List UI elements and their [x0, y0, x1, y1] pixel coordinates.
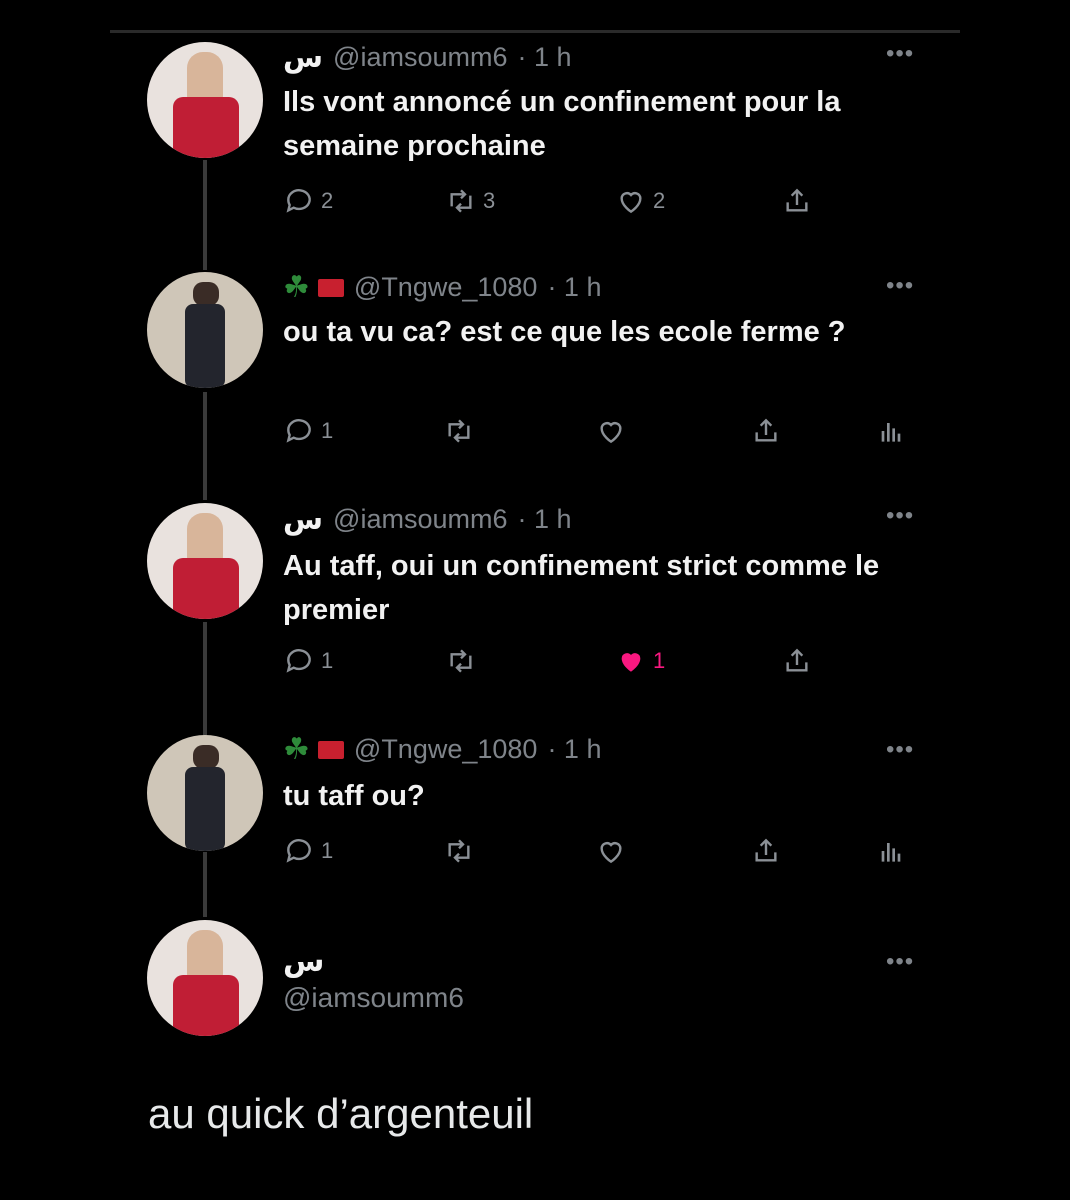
reply-count: 1 — [321, 418, 334, 443]
reply-count: 2 — [321, 188, 334, 213]
display-name[interactable]: س — [283, 502, 323, 537]
tweet-header: ☘ @Tngwe_1080 · 1 h — [283, 732, 601, 767]
share-button[interactable] — [781, 185, 813, 217]
analytics-button[interactable] — [875, 415, 907, 447]
share-button[interactable] — [781, 645, 813, 677]
plant-emoji-icon: ☘ — [283, 271, 310, 304]
display-name[interactable]: س — [283, 40, 323, 75]
handle[interactable]: @iamsoumm6 — [333, 42, 507, 73]
like-button[interactable] — [595, 835, 627, 867]
more-options-icon[interactable]: ••• — [886, 948, 914, 976]
handle[interactable]: @iamsoumm6 — [283, 982, 464, 1014]
retweet-icon — [450, 649, 472, 673]
reply-button[interactable]: 1 — [283, 415, 333, 447]
avatar[interactable] — [147, 42, 263, 158]
reply-count: 1 — [321, 648, 334, 673]
heart-icon — [620, 192, 642, 214]
like-count: 1 — [653, 648, 666, 673]
thread-connector — [203, 392, 207, 500]
heart-icon — [600, 842, 622, 864]
tweet-actions: 1 — [283, 415, 923, 459]
reply-caption: au quick d’argenteuil — [148, 1090, 534, 1137]
timestamp[interactable]: · 1 h — [517, 504, 571, 535]
more-options-icon[interactable]: ••• — [886, 502, 914, 530]
more-options-icon[interactable]: ••• — [886, 736, 914, 764]
thread-connector — [203, 852, 207, 917]
more-options-icon[interactable]: ••• — [886, 40, 914, 68]
heart-icon — [600, 422, 622, 444]
analytics-icon — [881, 423, 901, 442]
reply-icon — [286, 189, 311, 213]
tweet-actions: 2 3 2 — [283, 185, 923, 229]
retweet-button[interactable] — [445, 645, 477, 677]
avatar[interactable] — [147, 920, 263, 1036]
retweet-icon — [448, 839, 470, 863]
plant-emoji-icon: ☘ — [283, 733, 310, 766]
retweet-icon — [448, 419, 470, 443]
like-count: 2 — [653, 188, 666, 213]
like-button[interactable] — [595, 415, 627, 447]
tweet-text: Ils vont annoncé un confinement pour la … — [283, 86, 841, 162]
display-name-emojis[interactable]: ☘ — [283, 732, 344, 767]
tweet-header: س @iamsoumm6 · 1 h — [283, 502, 572, 537]
display-name[interactable]: س — [283, 944, 324, 979]
tweet-text: ou ta vu ca? est ce que les ecole ferme … — [283, 316, 846, 348]
top-divider — [110, 30, 960, 33]
handle[interactable]: @Tngwe_1080 — [354, 272, 538, 303]
tweet-text: tu taff ou? — [283, 780, 425, 812]
reply-count: 1 — [321, 838, 334, 863]
share-button[interactable] — [750, 415, 782, 447]
share-icon — [755, 418, 777, 442]
tweet-text: Au taff, oui un confinement strict comme… — [283, 550, 880, 626]
timestamp[interactable]: · 1 h — [517, 42, 571, 73]
display-name-emojis[interactable]: ☘ — [283, 270, 344, 305]
share-button[interactable] — [750, 835, 782, 867]
like-button[interactable]: 1 — [615, 645, 665, 677]
avatar[interactable] — [147, 503, 263, 619]
analytics-button[interactable] — [875, 835, 907, 867]
tweet-header: س @iamsoumm6 · 1 h — [283, 40, 572, 75]
reply-icon — [286, 419, 311, 443]
reply-button[interactable]: 1 — [283, 645, 333, 677]
thread-connector — [203, 160, 207, 270]
share-icon — [755, 838, 777, 862]
flag-icon — [317, 740, 344, 759]
thread-connector — [203, 622, 207, 737]
retweet-button[interactable] — [443, 835, 475, 867]
more-options-icon[interactable]: ••• — [886, 272, 914, 300]
avatar[interactable] — [147, 735, 263, 851]
share-icon — [786, 648, 808, 672]
handle[interactable]: @iamsoumm6 — [333, 504, 507, 535]
tweet-header: ☘ @Tngwe_1080 · 1 h — [283, 270, 601, 305]
analytics-icon — [881, 843, 901, 862]
reply-icon — [286, 649, 311, 673]
retweet-count: 3 — [483, 188, 496, 213]
handle[interactable]: @Tngwe_1080 — [354, 734, 538, 765]
retweet-button[interactable] — [443, 415, 475, 447]
timestamp[interactable]: · 1 h — [547, 734, 601, 765]
reply-button[interactable]: 1 — [283, 835, 333, 867]
share-icon — [786, 188, 808, 212]
retweet-icon — [450, 189, 472, 213]
flag-icon — [317, 278, 344, 297]
tweet-actions: 1 1 — [283, 645, 923, 689]
like-button[interactable]: 2 — [615, 185, 665, 217]
avatar[interactable] — [147, 272, 263, 388]
heart-filled-icon — [621, 653, 641, 672]
retweet-button[interactable]: 3 — [445, 185, 495, 217]
timestamp[interactable]: · 1 h — [547, 272, 601, 303]
reply-button[interactable]: 2 — [283, 185, 333, 217]
reply-icon — [286, 839, 311, 863]
tweet-actions: 1 — [283, 835, 923, 879]
